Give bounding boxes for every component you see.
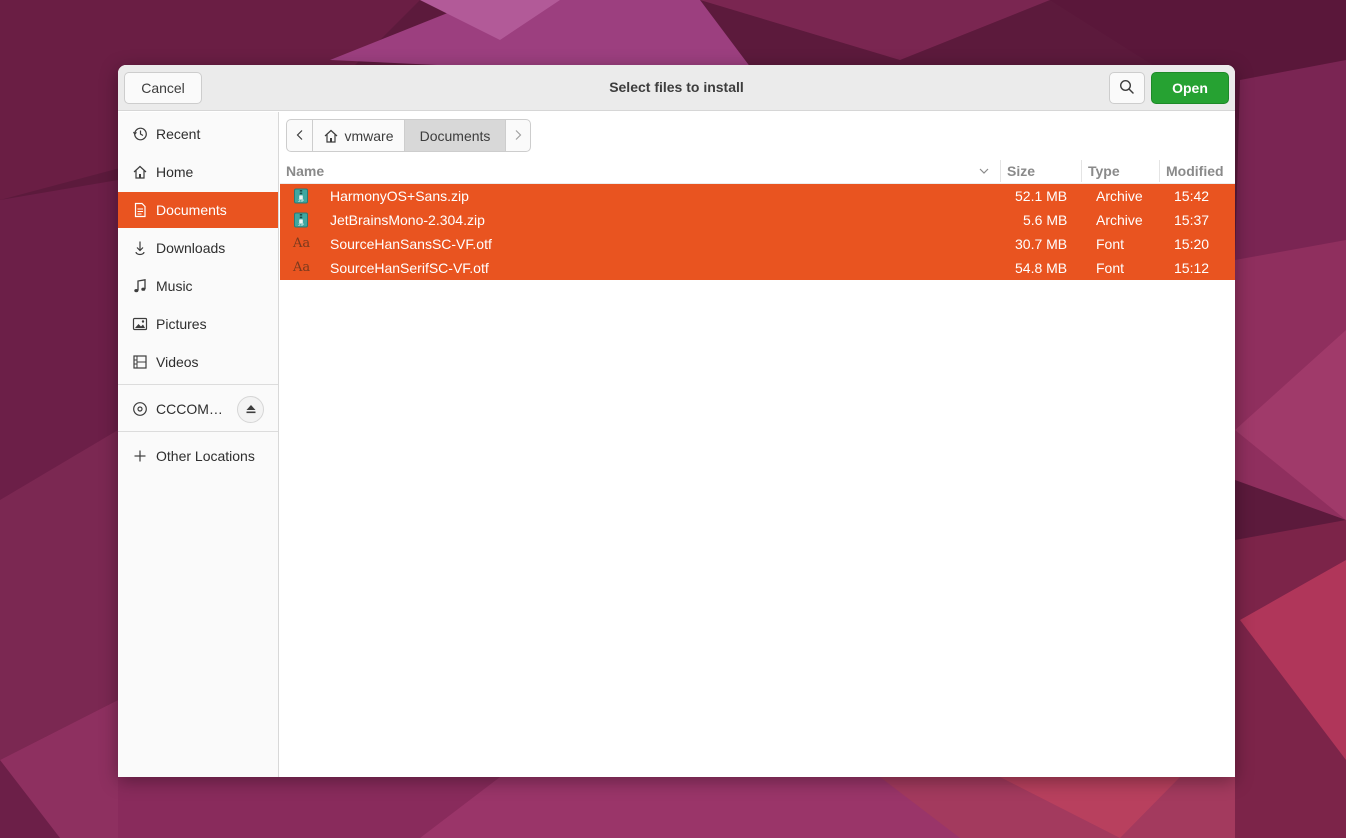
file-row[interactable]: ZIP HarmonyOS+Sans.zip 52.1 MB Archive 1… [280, 184, 1235, 208]
film-icon [132, 354, 148, 370]
open-button[interactable]: Open [1151, 72, 1229, 104]
archive-icon: ZIP [293, 188, 309, 204]
file-list: ZIP HarmonyOS+Sans.zip 52.1 MB Archive 1… [280, 184, 1235, 280]
places-sidebar: Recent Home Documents Downloads Music Pi… [118, 112, 279, 777]
sidebar-item-label: Downloads [156, 240, 226, 256]
sidebar-item-videos[interactable]: Videos [118, 344, 278, 380]
column-header-size[interactable]: Size [1007, 163, 1035, 179]
sidebar-item-downloads[interactable]: Downloads [118, 230, 278, 266]
column-separator[interactable] [1000, 160, 1001, 182]
file-row[interactable]: ZIP JetBrainsMono-2.304.zip 5.6 MB Archi… [280, 208, 1235, 232]
download-icon [132, 240, 148, 256]
file-size: 54.8 MB [1015, 260, 1068, 276]
dialog-header: Cancel Select files to install Open [118, 65, 1235, 111]
clock-icon [132, 126, 148, 142]
file-type: Font [1096, 236, 1125, 252]
music-icon [132, 278, 148, 294]
file-list-pane: vmware Documents Name Size Type Modified [280, 112, 1235, 777]
sidebar-item-label: Videos [156, 354, 199, 370]
eject-button[interactable] [237, 396, 264, 423]
file-modified: 15:42 [1174, 188, 1210, 204]
font-icon: Aa [293, 260, 311, 275]
sidebar-item-device[interactable]: CCCOM… [118, 391, 278, 427]
sidebar-item-label: Music [156, 278, 193, 294]
picture-icon [132, 316, 148, 332]
sidebar-item-label: Home [156, 164, 194, 180]
file-chooser-dialog: Cancel Select files to install Open Rece… [118, 65, 1235, 777]
sidebar-item-label: CCCOM… [156, 401, 223, 417]
font-icon: Aa [293, 236, 311, 251]
search-icon [1119, 79, 1135, 98]
sidebar-item-label: Other Locations [156, 448, 255, 464]
eject-icon [245, 402, 257, 418]
path-bar: vmware Documents [286, 119, 531, 152]
file-name: SourceHanSerifSC-VF.otf [330, 260, 489, 276]
archive-icon: ZIP [293, 212, 309, 228]
chevron-left-icon [295, 128, 305, 144]
search-button[interactable] [1109, 72, 1145, 104]
disc-icon [132, 401, 148, 417]
file-name: SourceHanSansSC-VF.otf [330, 236, 492, 252]
home-icon [132, 164, 148, 180]
path-home-label: vmware [344, 127, 394, 144]
file-size: 30.7 MB [1015, 236, 1068, 252]
file-type: Archive [1096, 212, 1143, 228]
sidebar-item-music[interactable]: Music [118, 268, 278, 304]
column-header-row: Name Size Type Modified [280, 158, 1235, 184]
file-row[interactable]: Aa SourceHanSansSC-VF.otf 30.7 MB Font 1… [280, 232, 1235, 256]
file-size: 5.6 MB [1023, 212, 1068, 228]
column-header-type[interactable]: Type [1088, 163, 1120, 179]
sidebar-separator [118, 384, 278, 385]
sidebar-item-other-locations[interactable]: Other Locations [118, 438, 278, 474]
home-icon [323, 128, 339, 144]
file-type: Archive [1096, 188, 1143, 204]
svg-text:ZIP: ZIP [298, 223, 304, 227]
document-icon [132, 202, 148, 218]
sidebar-item-label: Recent [156, 126, 201, 142]
path-home-button[interactable]: vmware [312, 119, 405, 152]
sidebar-item-recent[interactable]: Recent [118, 116, 278, 152]
sidebar-item-label: Documents [156, 202, 227, 218]
plus-icon [132, 448, 148, 464]
dialog-title: Select files to install [609, 79, 744, 95]
file-row[interactable]: Aa SourceHanSerifSC-VF.otf 54.8 MB Font … [280, 256, 1235, 280]
column-separator[interactable] [1081, 160, 1082, 182]
column-header-modified[interactable]: Modified [1166, 163, 1224, 179]
svg-text:ZIP: ZIP [298, 199, 304, 203]
sidebar-item-pictures[interactable]: Pictures [118, 306, 278, 342]
file-modified: 15:20 [1174, 236, 1210, 252]
column-separator[interactable] [1159, 160, 1160, 182]
path-current-button[interactable]: Documents [404, 119, 506, 152]
file-name: HarmonyOS+Sans.zip [330, 188, 469, 204]
chevron-right-icon [513, 128, 523, 144]
sidebar-separator [118, 431, 278, 432]
chevron-down-icon[interactable] [978, 164, 990, 180]
file-modified: 15:37 [1174, 212, 1210, 228]
sidebar-item-home[interactable]: Home [118, 154, 278, 190]
sidebar-item-label: Pictures [156, 316, 207, 332]
path-forward-button[interactable] [505, 119, 531, 152]
file-modified: 15:12 [1174, 260, 1210, 276]
file-type: Font [1096, 260, 1125, 276]
path-back-button[interactable] [286, 119, 313, 152]
sidebar-item-documents[interactable]: Documents [118, 192, 278, 228]
file-size: 52.1 MB [1015, 188, 1068, 204]
column-header-name[interactable]: Name [286, 163, 324, 179]
file-name: JetBrainsMono-2.304.zip [330, 212, 485, 228]
